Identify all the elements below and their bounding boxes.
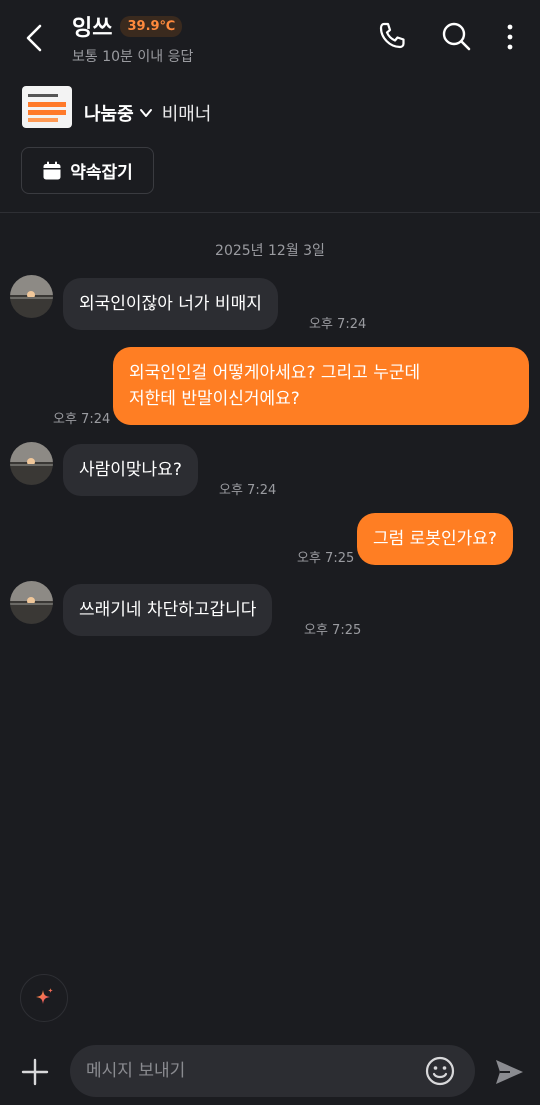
sparkle-icon xyxy=(36,988,53,1004)
chat-title-area[interactable]: 잉쓰 39.9℃ 보통 10분 이내 응답 xyxy=(72,10,193,66)
chat-header: 잉쓰 39.9℃ 보통 10분 이내 응답 xyxy=(0,0,540,76)
chevron-down-icon xyxy=(139,109,152,117)
back-arrow-icon xyxy=(26,24,42,52)
response-time-text: 보통 10분 이내 응답 xyxy=(72,49,194,65)
outgoing-message[interactable]: 외국인인걸 어떻게아세요? 그리고 누군데 저한테 반말이신거에요? xyxy=(113,347,529,425)
plus-icon xyxy=(21,1058,49,1086)
search-icon xyxy=(442,22,471,51)
message-text: 그럼 로봇인가요? xyxy=(373,529,497,549)
manner-temperature-badge: 39.9℃ xyxy=(120,15,183,37)
ai-assist-button[interactable] xyxy=(20,974,68,1022)
message-text: 사람이맞나요? xyxy=(79,460,182,480)
calendar-icon xyxy=(43,161,61,179)
header-divider xyxy=(0,212,540,213)
avatar[interactable] xyxy=(10,442,53,485)
message-text-line-1: 외국인인걸 어떻게아세요? 그리고 누군데 xyxy=(129,363,421,383)
message-time: 오후 7:24 xyxy=(219,483,277,498)
avatar[interactable] xyxy=(10,275,53,318)
product-thumbnail xyxy=(22,86,72,128)
phone-icon xyxy=(379,22,405,49)
more-button[interactable] xyxy=(496,20,524,52)
message-input[interactable] xyxy=(70,1045,475,1097)
make-appointment-button[interactable]: 약속잡기 xyxy=(21,147,154,194)
call-button[interactable] xyxy=(376,20,408,52)
back-button[interactable] xyxy=(18,20,54,56)
product-info-bar[interactable]: 나눔중 비매너 xyxy=(0,82,540,136)
avatar[interactable] xyxy=(10,581,53,624)
message-text: 쓰래기네 차단하고갑니다 xyxy=(79,600,257,620)
outgoing-message[interactable]: 그럼 로봇인가요? xyxy=(357,513,513,565)
date-separator: 2025년 12월 3일 xyxy=(215,243,325,259)
message-text-line-2: 저한테 반말이신거에요? xyxy=(129,389,300,409)
sunset-lake-avatar-icon xyxy=(10,442,53,485)
incoming-message[interactable]: 쓰래기네 차단하고갑니다 xyxy=(63,584,273,636)
message-time: 오후 7:25 xyxy=(297,551,355,566)
more-vertical-icon xyxy=(507,24,513,50)
message-time: 오후 7:24 xyxy=(53,412,111,427)
incoming-message[interactable]: 외국인이잖아 너가 비매지 xyxy=(63,278,278,330)
make-appointment-label: 약속잡기 xyxy=(70,163,133,183)
search-button[interactable] xyxy=(440,20,472,52)
incoming-message[interactable]: 사람이맞나요? xyxy=(63,444,198,496)
send-icon xyxy=(496,1060,523,1084)
product-status-dropdown[interactable]: 나눔중 xyxy=(84,100,134,126)
emoji-button[interactable] xyxy=(424,1055,456,1087)
emoji-icon xyxy=(425,1056,455,1086)
sunset-lake-avatar-icon xyxy=(10,275,53,318)
message-text: 외국인이잖아 너가 비매지 xyxy=(79,294,262,314)
message-time: 오후 7:25 xyxy=(304,623,362,638)
sunset-lake-avatar-icon xyxy=(10,581,53,624)
attach-button[interactable] xyxy=(18,1055,52,1089)
chat-partner-name: 잉쓰 xyxy=(72,16,113,41)
send-button[interactable] xyxy=(492,1055,526,1089)
message-composer xyxy=(0,1040,540,1105)
message-time: 오후 7:24 xyxy=(309,317,367,332)
product-title: 비매너 xyxy=(161,104,212,125)
